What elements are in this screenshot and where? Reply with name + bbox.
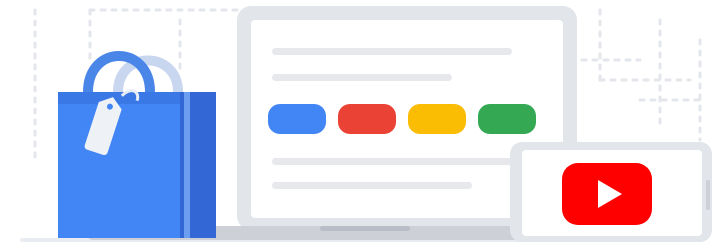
text-line (272, 182, 472, 189)
text-line (272, 74, 452, 81)
bag-side-stripe (184, 92, 190, 238)
phone-button (706, 180, 710, 210)
color-pill-yellow (408, 104, 466, 134)
color-pill-blue (268, 104, 326, 134)
ads-illustration (0, 0, 718, 247)
shopping-bag-icon (58, 51, 216, 238)
color-pill-red (338, 104, 396, 134)
bag-front-shade (58, 92, 180, 104)
youtube-play-icon (562, 163, 652, 225)
bag-side (176, 92, 216, 238)
illustration-canvas (20, 6, 712, 242)
text-line (272, 158, 532, 165)
text-line (272, 48, 512, 55)
laptop-notch (320, 226, 410, 231)
color-pill-green (478, 104, 536, 134)
